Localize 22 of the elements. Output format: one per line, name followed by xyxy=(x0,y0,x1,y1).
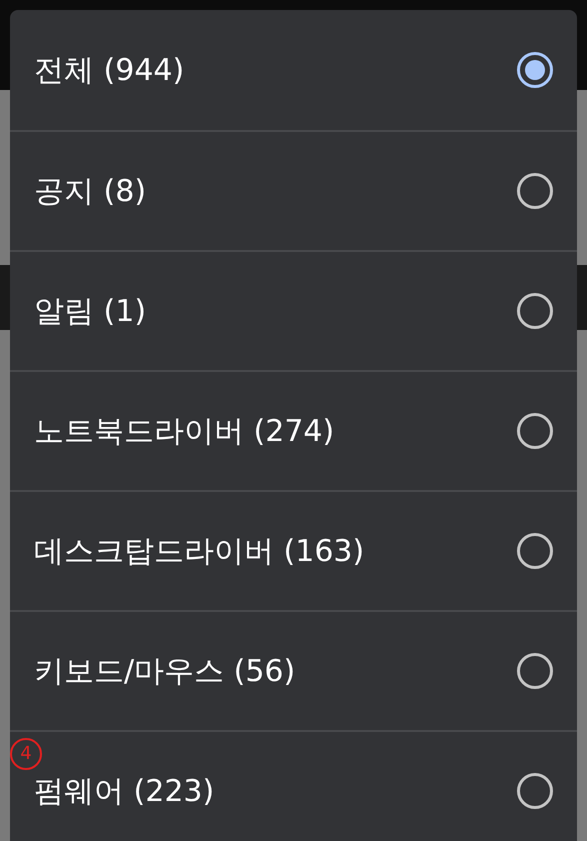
option-label: 노트북드라이버 (274) xyxy=(34,412,336,450)
option-row[interactable]: 키보드/마우스 (56) xyxy=(10,610,577,730)
radio-button[interactable] xyxy=(517,653,553,689)
option-label: 키보드/마우스 (56) xyxy=(34,652,296,690)
option-row[interactable]: 전체 (944) xyxy=(10,10,577,130)
option-row[interactable]: 노트북드라이버 (274) xyxy=(10,370,577,490)
option-row[interactable]: 데스크탑드라이버 (163) xyxy=(10,490,577,610)
radio-button[interactable] xyxy=(517,413,553,449)
option-row[interactable]: 알림 (1) xyxy=(10,250,577,370)
radio-button[interactable] xyxy=(517,293,553,329)
option-row[interactable]: 4 펌웨어 (223) xyxy=(10,730,577,841)
option-label: 데스크탑드라이버 (163) xyxy=(34,532,366,570)
radio-button[interactable] xyxy=(517,773,553,809)
option-row[interactable]: 공지 (8) xyxy=(10,130,577,250)
option-label: 공지 (8) xyxy=(34,172,148,210)
radio-button[interactable] xyxy=(517,52,553,88)
option-label: 펌웨어 (223) xyxy=(34,772,216,810)
option-label: 전체 (944) xyxy=(34,52,186,90)
radio-button[interactable] xyxy=(517,173,553,209)
radio-button[interactable] xyxy=(517,533,553,569)
option-label: 알림 (1) xyxy=(34,292,148,330)
annotation-marker: 4 xyxy=(10,738,42,770)
